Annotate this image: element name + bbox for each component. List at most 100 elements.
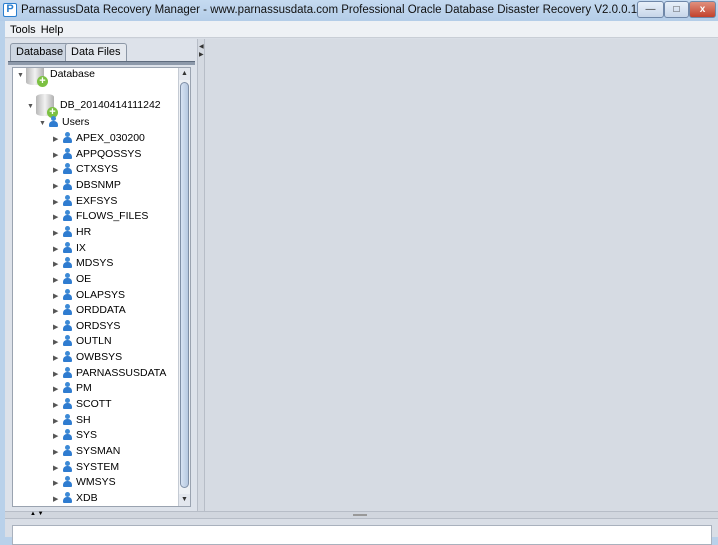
- user-icon: [62, 320, 73, 331]
- expand-arrow-icon[interactable]: ▶: [53, 335, 62, 350]
- expand-arrow-icon[interactable]: ▶: [53, 367, 62, 382]
- tree-node-user[interactable]: ▶FLOWS_FILES: [53, 209, 148, 224]
- tree-node-user[interactable]: ▶ OLAPSYS: [53, 288, 125, 303]
- tree-node-user[interactable]: ▶SYSTEM: [53, 460, 119, 475]
- menu-help[interactable]: Help: [39, 21, 67, 36]
- tree-node-user[interactable]: ▶ORDSYS: [53, 319, 120, 334]
- user-icon: [62, 273, 73, 284]
- node-label: APEX_030200: [76, 132, 145, 144]
- tree-node-database[interactable]: ▼Database: [17, 67, 95, 78]
- menu-tools[interactable]: Tools: [5, 21, 39, 36]
- tree-node-user[interactable]: ▶SYS: [53, 428, 97, 443]
- user-icon: [62, 398, 73, 409]
- tree-node-user[interactable]: ▶ SH: [53, 413, 91, 428]
- minimize-button[interactable]: —: [637, 1, 664, 18]
- node-label: IX: [76, 242, 86, 254]
- node-label: DBSNMP: [76, 179, 121, 191]
- tree-node-db[interactable]: ▼DB_20140414111242: [27, 94, 161, 109]
- collapse-left-icon[interactable]: ◀: [199, 43, 204, 50]
- expand-arrow-icon[interactable]: ▶: [53, 398, 62, 413]
- tree-node-user[interactable]: ▶ EXFSYS: [53, 194, 117, 209]
- splitter-grip-icon[interactable]: [353, 514, 367, 516]
- tree-node-user[interactable]: ▶CTXSYS: [53, 162, 118, 177]
- tab-database[interactable]: Database: [10, 43, 69, 61]
- tab-underline: [8, 61, 195, 65]
- user-icon: [62, 382, 73, 393]
- expand-arrow-icon[interactable]: ▶: [53, 289, 62, 304]
- user-icon: [62, 414, 73, 425]
- scroll-thumb[interactable]: [180, 82, 189, 488]
- node-label: SH: [76, 414, 91, 426]
- tree-node-user[interactable]: ▶OE: [53, 272, 91, 287]
- tree-node-user[interactable]: ▶ IX: [53, 241, 86, 256]
- scroll-down-icon[interactable]: ▼: [179, 494, 190, 506]
- tree-node-user[interactable]: ▶PARNASSUSDATA: [53, 366, 166, 381]
- node-label: WMSYS: [76, 476, 116, 488]
- tree-node-user[interactable]: ▶ORDDATA: [53, 303, 126, 318]
- expand-arrow-icon[interactable]: ▶: [53, 320, 62, 335]
- tree-node-user[interactable]: ▶ MDSYS: [53, 256, 113, 271]
- node-label: Users: [62, 116, 89, 128]
- tree-scrollbar[interactable]: ▲ ▼: [178, 68, 190, 506]
- tree-node-user[interactable]: ▶APPQOSSYS: [53, 147, 141, 162]
- expand-arrow-icon[interactable]: ▶: [53, 195, 62, 210]
- expand-arrow-icon[interactable]: ▶: [53, 148, 62, 163]
- node-label: OUTLN: [76, 335, 112, 347]
- main-window: ToolsHelp Database Data Files ▼Database …: [5, 21, 718, 537]
- expand-arrow-icon[interactable]: ▶: [53, 273, 62, 288]
- database-tree: ▼Database ▼DB_20140414111242 ▼ Users ▶ APE…: [12, 67, 191, 507]
- horizontal-splitter[interactable]: ▲ ▼: [5, 511, 718, 519]
- expand-arrow-icon[interactable]: ▶: [53, 179, 62, 194]
- app-logo-icon: P: [3, 3, 17, 17]
- tree-node-user[interactable]: ▶ APEX_030200: [53, 131, 145, 146]
- user-icon: [62, 132, 73, 143]
- expand-arrow-icon[interactable]: ▶: [53, 257, 62, 272]
- expand-arrow-icon[interactable]: ▶: [53, 132, 62, 147]
- tree-node-user[interactable]: ▶ DBSNMP: [53, 178, 121, 193]
- expand-arrow-icon[interactable]: ▶: [53, 304, 62, 319]
- expand-arrow-icon[interactable]: ▶: [53, 382, 62, 397]
- maximize-button[interactable]: □: [664, 1, 689, 18]
- expand-arrow-icon[interactable]: ▶: [53, 210, 62, 225]
- user-icon: [62, 351, 73, 362]
- expand-arrow-icon[interactable]: ▶: [53, 242, 62, 257]
- expand-arrow-icon[interactable]: ▶: [53, 445, 62, 460]
- menu-bar: ToolsHelp: [5, 21, 718, 38]
- tree-node-user[interactable]: ▶XDB: [53, 491, 98, 506]
- tab-data-files[interactable]: Data Files: [65, 43, 127, 61]
- node-label: OLAPSYS: [76, 289, 125, 301]
- splitter-arrows-icon[interactable]: ▲ ▼: [30, 511, 44, 517]
- expand-arrow-icon[interactable]: ▶: [53, 226, 62, 241]
- user-icon: [62, 242, 73, 253]
- node-label: HR: [76, 226, 91, 238]
- user-icon: [62, 226, 73, 237]
- expand-arrow-icon[interactable]: ▶: [53, 429, 62, 444]
- expand-arrow-icon[interactable]: ▼: [39, 116, 48, 131]
- title-bar: P ParnassusData Recovery Manager - www.p…: [0, 0, 718, 21]
- tree-node-user[interactable]: ▶PM: [53, 381, 92, 396]
- close-button[interactable]: x: [689, 1, 716, 18]
- expand-arrow-icon[interactable]: ▶: [53, 461, 62, 476]
- scroll-up-icon[interactable]: ▲: [179, 68, 190, 80]
- tree-node-user[interactable]: ▶OWBSYS: [53, 350, 122, 365]
- tree-node-users[interactable]: ▼ Users: [39, 115, 89, 130]
- expand-arrow-icon[interactable]: ▶: [53, 351, 62, 366]
- vertical-splitter[interactable]: ◀▶: [197, 39, 205, 511]
- tree-node-user[interactable]: ▶SCOTT: [53, 397, 112, 412]
- expand-arrow-icon[interactable]: ▶: [53, 163, 62, 178]
- expand-arrow-icon[interactable]: ▶: [53, 414, 62, 429]
- expand-arrow-icon[interactable]: ▶: [53, 476, 62, 491]
- node-label: MDSYS: [76, 257, 113, 269]
- tree-node-user[interactable]: ▶ WMSYS: [53, 475, 116, 490]
- tree-node-user[interactable]: ▶ HR: [53, 225, 91, 240]
- tree-node-user[interactable]: ▶SYSMAN: [53, 444, 120, 459]
- node-label: EXFSYS: [76, 195, 117, 207]
- expand-arrow-icon[interactable]: ▼: [27, 99, 36, 114]
- user-icon: [62, 367, 73, 378]
- user-icon: [62, 304, 73, 315]
- expand-arrow-icon[interactable]: ▼: [17, 68, 26, 83]
- expand-right-icon[interactable]: ▶: [199, 51, 204, 58]
- expand-arrow-icon[interactable]: ▶: [53, 492, 62, 507]
- user-icon: [62, 445, 73, 456]
- tree-node-user[interactable]: ▶ OUTLN: [53, 334, 112, 349]
